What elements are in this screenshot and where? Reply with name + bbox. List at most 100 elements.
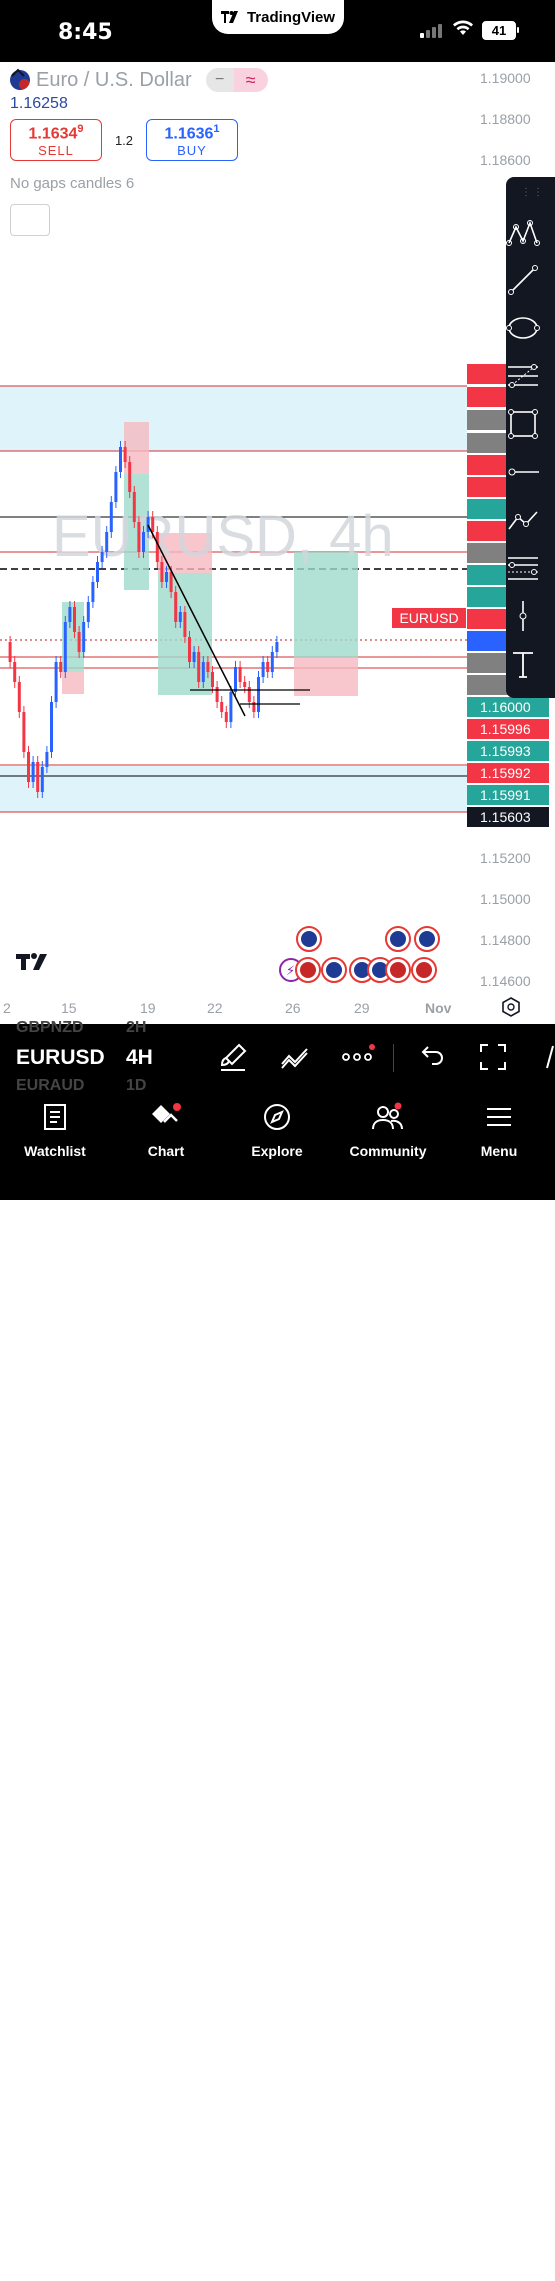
app-badge-label: TradingView — [246, 8, 336, 26]
date-tick: 26 — [285, 1000, 301, 1016]
candle-body — [77, 632, 81, 652]
trend-line-icon[interactable] — [506, 263, 540, 297]
status-time: 8:45 — [58, 20, 113, 45]
economic-events[interactable]: ⚡ — [279, 926, 440, 983]
wifi-icon — [453, 20, 473, 35]
date-tick: Nov — [425, 1000, 452, 1016]
tab-watchlist[interactable]: Watchlist — [0, 1102, 110, 1159]
price-tick: 1.19000 — [480, 70, 531, 86]
path-icon[interactable] — [506, 503, 540, 537]
candle-body — [27, 752, 30, 782]
candle-body — [169, 572, 173, 592]
candle-body — [261, 662, 265, 677]
candle-body — [206, 662, 210, 672]
symbol-selector[interactable]: EURUSD — [16, 1046, 105, 1070]
zone-supply — [0, 386, 467, 451]
sell-button[interactable]: 1.16349 SELL — [10, 119, 102, 161]
price-label: 1.16000 — [467, 697, 549, 717]
candle-body — [142, 532, 145, 552]
candle-body — [59, 662, 63, 672]
undo-icon[interactable] — [416, 1042, 444, 1072]
tab-community[interactable]: Community — [333, 1102, 443, 1159]
buy-label: BUY — [177, 143, 207, 159]
candle-body — [257, 677, 260, 712]
bottom-tab-bar: Watchlist Chart Explore Community Menu — [0, 1092, 555, 2281]
vertical-line-icon[interactable] — [506, 599, 540, 633]
price-label: 1.15992 — [467, 763, 549, 783]
watchlist-icon — [44, 1104, 66, 1130]
approx-icon[interactable]: ≈ — [233, 68, 268, 92]
candle-body — [174, 592, 178, 622]
eu-flag-icon — [390, 931, 406, 947]
candle-body — [192, 652, 196, 662]
prev-symbol[interactable]: GBPNZD — [16, 1019, 84, 1037]
more-icon[interactable] — [342, 1042, 376, 1072]
zone-demand — [0, 766, 467, 812]
sell-price-pip: 9 — [77, 123, 84, 135]
candle-body — [183, 612, 187, 637]
fullscreen-icon[interactable] — [478, 1042, 508, 1072]
drag-handle-icon[interactable]: ⋮⋮ — [521, 187, 545, 198]
chevron-up-icon — [11, 68, 25, 77]
tradingview-logo-icon — [220, 11, 238, 23]
chart-icon — [152, 1103, 181, 1123]
home-indicator[interactable] — [178, 2275, 377, 2281]
lightning-icon: ⚡ — [286, 964, 295, 979]
eu-flag-icon — [301, 931, 317, 947]
candle-body — [224, 712, 228, 722]
candle-body — [22, 712, 26, 752]
short-position-stop[interactable] — [124, 422, 149, 474]
candle-body — [160, 562, 164, 582]
tab-label: Community — [349, 1143, 427, 1159]
candle-body — [178, 612, 182, 622]
tab-chart[interactable]: Chart — [111, 1102, 221, 1159]
candle-body — [109, 502, 113, 532]
drawing-toolbar[interactable]: ⋮⋮ — [506, 177, 555, 698]
horizontal-ray-icon[interactable] — [506, 455, 540, 489]
candle-body — [201, 662, 205, 682]
edge-tool-icon[interactable] — [544, 1042, 555, 1072]
pattern-icon[interactable] — [506, 215, 540, 249]
collapse-legend-button[interactable] — [10, 68, 50, 236]
chart-mode-toggle[interactable]: − ≈ — [205, 68, 268, 92]
symbol-price-tag: EURUSD — [392, 608, 466, 628]
ellipse-icon[interactable] — [506, 311, 540, 345]
spread-value: 1.2 — [114, 132, 134, 148]
us-flag-icon — [416, 962, 432, 978]
candle-body — [151, 517, 155, 532]
price-label: 1.15603 — [467, 807, 549, 827]
candle-body — [128, 462, 132, 492]
candle-body — [266, 662, 270, 672]
timeframe-selector[interactable]: 4H — [126, 1046, 153, 1070]
candle-body — [36, 762, 40, 792]
chart-area[interactable]: EURUSD, 4h ⚡ Euro / U.S. Dollar − ≈ 1.16… — [0, 62, 555, 1024]
candle-body — [86, 602, 90, 622]
rectangle-icon[interactable] — [506, 407, 540, 441]
app-badge[interactable]: TradingView — [212, 0, 344, 34]
candle-body — [31, 762, 35, 782]
candle-body — [275, 642, 279, 652]
signal-icon — [420, 24, 442, 38]
candle-body — [96, 562, 99, 582]
indicators-icon[interactable] — [280, 1042, 310, 1072]
indicator-legend[interactable]: No gaps candles 6 — [10, 175, 268, 192]
price-tick: 1.14800 — [480, 932, 531, 948]
settings-icon[interactable] — [502, 997, 520, 1017]
candle-body — [82, 622, 86, 652]
community-icon — [372, 1102, 403, 1130]
text-tool-icon[interactable] — [506, 647, 540, 681]
minus-icon[interactable]: − — [205, 68, 234, 92]
tab-explore[interactable]: Explore — [222, 1102, 332, 1159]
candle-body — [137, 522, 141, 552]
candle-body — [54, 662, 58, 702]
eu-flag-icon — [326, 962, 342, 978]
brush-icon[interactable] — [218, 1042, 248, 1072]
fib-channel-icon[interactable] — [506, 551, 540, 585]
fib-retracement-icon[interactable] — [506, 359, 540, 393]
buy-button[interactable]: 1.16361 BUY — [146, 119, 238, 161]
pair-name[interactable]: Euro / U.S. Dollar — [36, 69, 192, 92]
price-tick: 1.18800 — [480, 111, 531, 127]
candle-body — [243, 682, 247, 687]
tab-menu[interactable]: Menu — [444, 1102, 554, 1159]
price-label: 1.15991 — [467, 785, 549, 805]
